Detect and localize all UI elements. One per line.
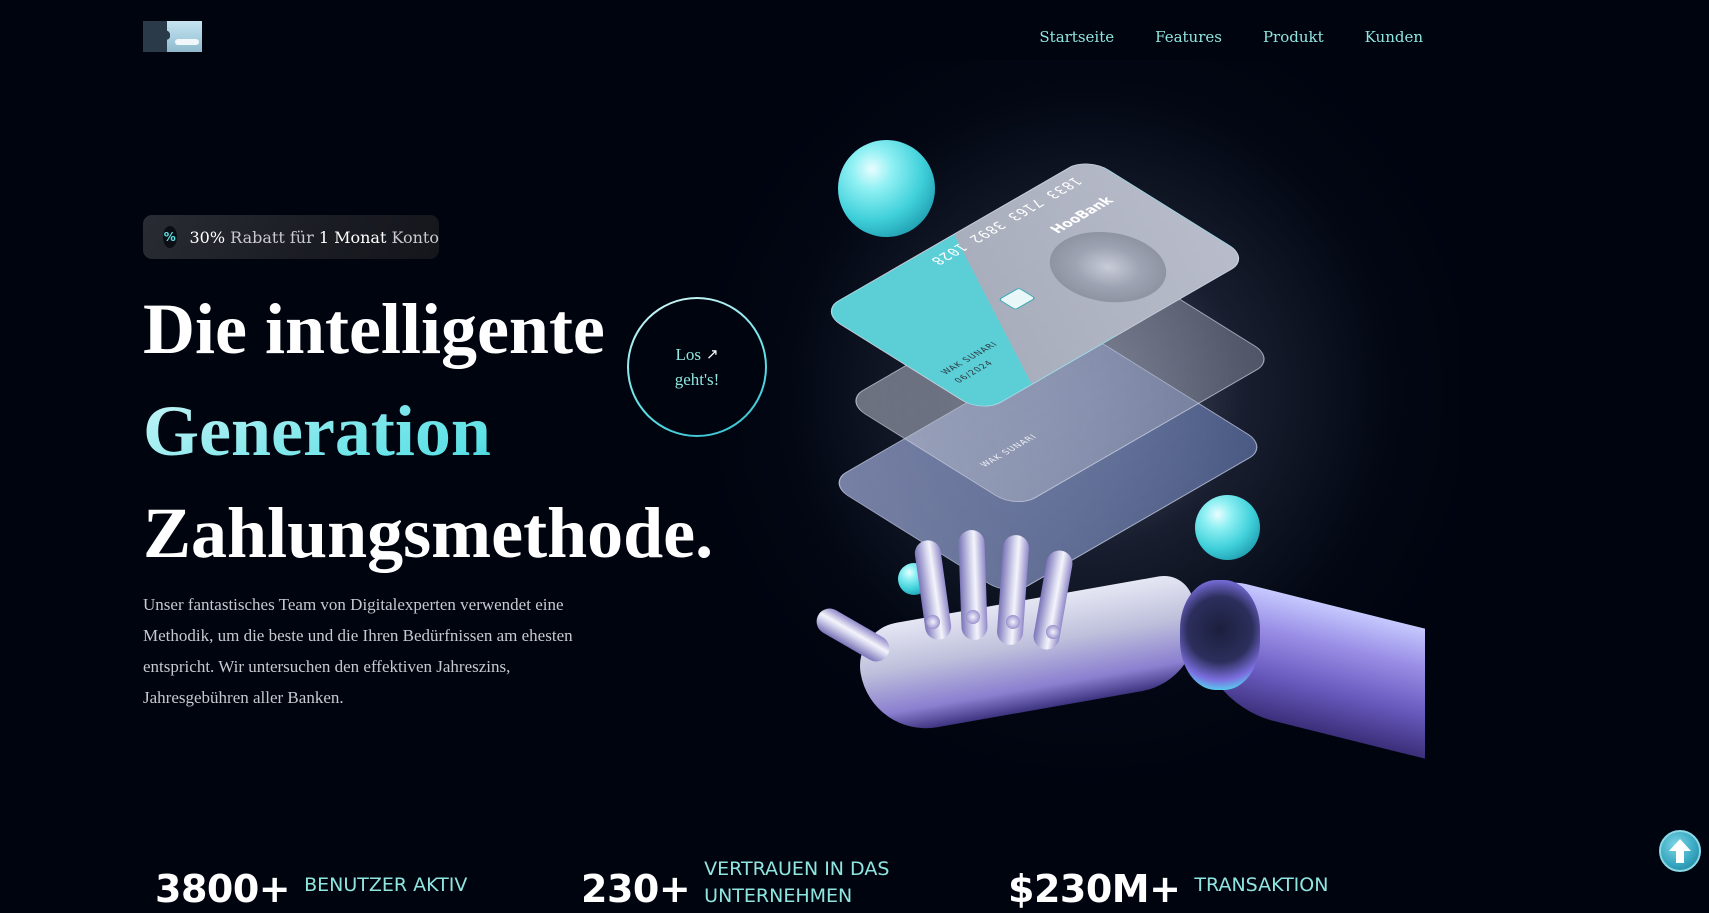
logo-bird-icon <box>158 30 170 40</box>
robot-knuckle-1 <box>926 615 940 629</box>
stat-value: 230+ <box>581 867 691 911</box>
nav-link-produkt[interactable]: Produkt <box>1263 28 1324 46</box>
landing-page: Startseite Features Produkt Kunden % 30%… <box>0 0 1709 913</box>
stat-value: $230M+ <box>1008 867 1181 911</box>
robot-hand <box>811 529 1425 780</box>
card-holder-middle: WAK SUNARI <box>978 432 1040 469</box>
badge-duration: 1 Monat <box>318 227 387 247</box>
nav-link-kunden[interactable]: Kunden <box>1365 28 1423 46</box>
card-disc <box>1025 217 1191 317</box>
navbar: Startseite Features Produkt Kunden <box>143 21 1423 55</box>
discount-badge: % 30% Rabatt für 1 Monat Konto <box>143 215 439 259</box>
stat-trusted-companies: 230+ VERTRAUEN IN DAS UNTERNEHMEN <box>581 858 889 913</box>
arrow-up-icon <box>1669 839 1691 863</box>
hero-paragraph: Unser fantastisches Team von Digitalexpe… <box>143 595 573 707</box>
badge-text-1: Rabatt für <box>230 227 314 247</box>
robot-palm <box>853 571 1207 739</box>
hero-image: WAK SUNARI 1833 7163 3892 1028 HooBank W… <box>811 120 1425 780</box>
badge-text: 30% Rabatt für 1 Monat Konto <box>190 228 440 247</box>
robot-knuckle-4 <box>1046 625 1060 639</box>
sphere-large <box>838 140 935 237</box>
get-started-inner: Los ↗ geht's! <box>629 299 765 435</box>
nav-link-startseite[interactable]: Startseite <box>1039 28 1114 46</box>
hero-heading: Die intelligente Generation Zahlungsmeth… <box>143 278 714 584</box>
percent-icon: % <box>163 226 177 248</box>
scroll-to-top-button[interactable] <box>1659 830 1701 872</box>
stat-label: TRANSAKTION <box>1194 874 1329 896</box>
stat-label-line-1: VERTRAUEN IN DAS <box>704 858 890 880</box>
get-started-label-1: Los <box>675 345 701 364</box>
chip-icon <box>998 287 1037 311</box>
arrow-up-right-icon: ↗ <box>705 345 719 363</box>
stat-label-line-2: UNTERNEHMEN <box>704 885 853 907</box>
nav-link-features[interactable]: Features <box>1155 28 1222 46</box>
robot-knuckle-3 <box>1006 615 1020 629</box>
get-started-label-2: geht's! <box>674 370 720 389</box>
badge-discount: 30% <box>189 227 226 247</box>
stats-section: 3800+ BENUTZER AKTIV 230+ VERTRAUEN IN D… <box>155 858 1455 913</box>
get-started-button[interactable]: Los ↗ geht's! <box>627 297 767 437</box>
robot-knuckle-2 <box>966 610 980 624</box>
get-started-row-2: geht's! <box>675 367 720 392</box>
card-brand: HooBank <box>1047 194 1118 237</box>
logo-cloud <box>175 39 199 45</box>
stat-transactions: $230M+ TRANSAKTION <box>1008 865 1328 913</box>
get-started-row-1: Los ↗ <box>675 342 718 367</box>
logo[interactable] <box>143 21 202 52</box>
stat-label: VERTRAUEN IN DAS UNTERNEHMEN <box>704 856 889 910</box>
hero-heading-line-3: Zahlungsmethode. <box>143 493 714 573</box>
hero-heading-line-1: Die intelligente <box>143 289 605 369</box>
stat-label: BENUTZER AKTIV <box>304 874 468 896</box>
stat-value: 3800+ <box>155 867 291 911</box>
robot-wrist <box>1180 580 1260 690</box>
badge-text-2: Konto <box>391 227 439 247</box>
nav-links: Startseite Features Produkt Kunden <box>1039 28 1423 46</box>
hero-heading-line-2: Generation <box>143 380 703 482</box>
stat-active-users: 3800+ BENUTZER AKTIV <box>155 865 467 913</box>
